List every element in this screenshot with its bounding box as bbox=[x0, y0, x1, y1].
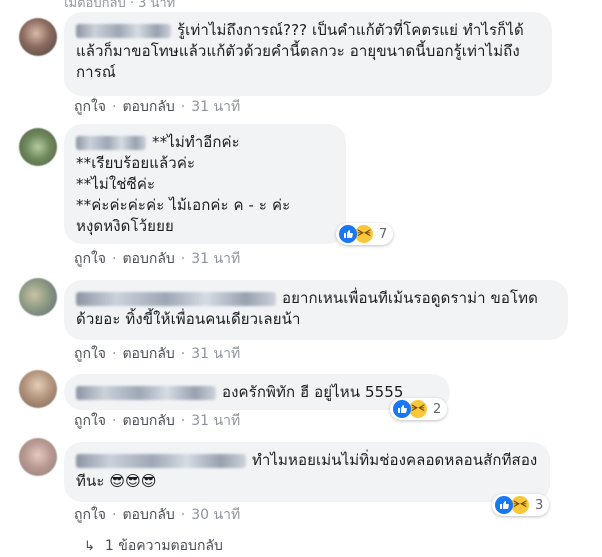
like-link[interactable]: ถูกใจ bbox=[74, 507, 106, 523]
reaction-summary[interactable]: ᗒᗕ 2 bbox=[390, 398, 448, 420]
comment-actions: ถูกใจ · ตอบกลับ · 31 นาที bbox=[74, 251, 241, 267]
avatar[interactable] bbox=[19, 128, 57, 166]
avatar[interactable] bbox=[19, 438, 57, 476]
comment-text: องครักพิทัก ฮี อยู่ไหน 5555 bbox=[222, 383, 404, 401]
timestamp[interactable]: 31 นาที bbox=[191, 251, 240, 267]
timestamp[interactable]: 30 นาที bbox=[191, 507, 240, 523]
reaction-count: 3 bbox=[535, 497, 544, 513]
sunglasses-emoji: 😎😎😎 bbox=[109, 472, 157, 490]
author-name-blurred[interactable] bbox=[76, 135, 146, 150]
timestamp[interactable]: 31 นาที bbox=[191, 99, 240, 115]
comment-bubble: ทำไมหอยเม่นไม่ทิ่มช่องคลอดหลอนสักทีสองที… bbox=[64, 442, 550, 502]
reaction-count: 2 bbox=[433, 401, 442, 417]
reaction-count: 7 bbox=[379, 226, 388, 242]
replies-count-label: 1 ข้อความตอบกลับ bbox=[104, 538, 223, 554]
reaction-summary[interactable]: ᗒᗕ 3 bbox=[492, 494, 550, 516]
comment-bubble: รู้เท่าไม่ถึงการณ์??? เป็นคำแก้ตัวที่โคต… bbox=[64, 12, 552, 96]
comment-actions: ถูกใจ · ตอบกลับ · 30 นาที bbox=[74, 507, 241, 523]
avatar[interactable] bbox=[19, 370, 57, 408]
reply-link[interactable]: ตอบกลับ bbox=[122, 251, 174, 267]
author-name-blurred[interactable] bbox=[76, 453, 246, 468]
like-link[interactable]: ถูกใจ bbox=[74, 413, 106, 429]
reply-link[interactable]: ตอบกลับ bbox=[122, 413, 174, 429]
haha-icon: ᗒᗕ bbox=[510, 495, 530, 515]
author-name-blurred[interactable] bbox=[76, 291, 276, 306]
view-replies-link[interactable]: ↳ 1 ข้อความตอบกลับ bbox=[84, 535, 223, 557]
reply-arrow-icon: ↳ bbox=[84, 539, 95, 554]
haha-icon: ᗒᗕ bbox=[354, 224, 374, 244]
like-link[interactable]: ถูกใจ bbox=[74, 99, 106, 115]
comment-bubble: อยากเหนเพื่อนทีเม้นรอดูดราม่า ขอโทดด้วยอ… bbox=[64, 280, 568, 340]
haha-icon: ᗒᗕ bbox=[408, 399, 428, 419]
author-name-blurred[interactable] bbox=[76, 23, 171, 38]
comment-actions: ถูกใจ · ตอบกลับ · 31 นาที bbox=[74, 99, 241, 115]
avatar[interactable] bbox=[19, 278, 57, 316]
reply-link[interactable]: ตอบกลับ bbox=[122, 507, 174, 523]
comment-bubble: **ไม่ทำอีกค่ะ **เรียบร้อยแล้วค่ะ **ไม่ใช… bbox=[64, 124, 346, 244]
like-icon bbox=[495, 496, 513, 514]
like-link[interactable]: ถูกใจ bbox=[74, 346, 106, 362]
reply-link[interactable]: ตอบกลับ bbox=[122, 99, 174, 115]
like-icon bbox=[393, 400, 411, 418]
timestamp[interactable]: 31 นาที bbox=[191, 346, 240, 362]
reaction-summary[interactable]: ᗒᗕ 7 bbox=[336, 223, 394, 245]
avatar[interactable] bbox=[19, 18, 57, 56]
like-icon bbox=[339, 225, 357, 243]
like-link[interactable]: ถูกใจ bbox=[74, 251, 106, 267]
comment-actions: ถูกใจ · ตอบกลับ · 31 นาที bbox=[74, 413, 241, 429]
author-name-blurred[interactable] bbox=[76, 385, 216, 400]
comment-actions: ถูกใจ · ตอบกลับ · 31 นาที bbox=[74, 346, 241, 362]
reply-link[interactable]: ตอบกลับ bbox=[122, 346, 174, 362]
timestamp[interactable]: 31 นาที bbox=[191, 413, 240, 429]
